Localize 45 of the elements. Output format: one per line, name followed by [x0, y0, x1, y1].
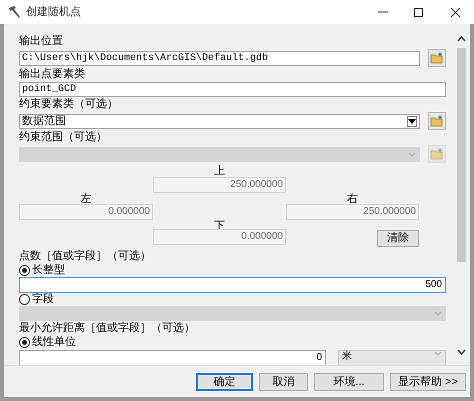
field-label: 左 [80, 193, 92, 204]
field-label: 约束要素类（可选） [19, 97, 119, 112]
radio-button[interactable] [19, 294, 30, 305]
field-label: 最小允许距离［值或字段］（可选） [19, 321, 196, 336]
scrollbar-thumb[interactable] [457, 48, 466, 262]
radio-button[interactable] [19, 337, 30, 348]
field-label: 上 [213, 165, 226, 177]
caret-icon [408, 152, 416, 156]
scroll-up-icon[interactable] [457, 36, 466, 42]
close-icon[interactable] [451, 8, 460, 16]
clear-button[interactable]: 清除 [377, 230, 419, 247]
hammer-icon [7, 5, 21, 19]
caret-icon [434, 351, 442, 356]
window-title: 创建随机点 [26, 4, 81, 20]
field-label: 点数［值或字段］（可选） [19, 249, 152, 264]
radio-button[interactable] [19, 265, 30, 276]
caret-icon [434, 311, 442, 316]
radio-label: 长整型 [32, 264, 65, 277]
caret-icon [408, 118, 416, 124]
dialog-button[interactable]: 环境... [314, 372, 384, 390]
input-field[interactable]: 0.000000 [153, 229, 286, 245]
folder-icon[interactable] [428, 112, 446, 130]
field-label: 右 [346, 193, 359, 204]
input-field[interactable]: 500 [19, 277, 446, 293]
dropdown-value: 数据范围 [22, 114, 66, 128]
dialog-button[interactable]: 取消 [259, 372, 308, 390]
field-label: 输出点要素类 [19, 67, 86, 82]
input-field[interactable]: 0.000000 [19, 204, 153, 220]
dropdown-value: 米 [342, 351, 352, 363]
input-field[interactable]: 0 [19, 350, 326, 365]
dialog-button[interactable]: 显示帮助 >> [390, 372, 466, 390]
input-field[interactable]: 250.000000 [153, 177, 286, 193]
dropdown[interactable]: 数据范围 [19, 114, 420, 128]
field-label: 约束范围（可选） [19, 130, 108, 145]
input-field[interactable]: C:\Users\hjk\Documents\ArcGIS\Default.gdb [19, 50, 420, 66]
maximize-icon[interactable] [414, 8, 423, 16]
unit-dropdown[interactable]: 米 [338, 350, 446, 365]
radio-label: 线性单位 [32, 336, 76, 349]
scroll-down-icon[interactable] [457, 349, 466, 355]
folder-icon[interactable] [428, 49, 446, 67]
field-label: 输出位置 [19, 34, 64, 49]
radio-label: 字段 [32, 293, 54, 306]
dialog-button[interactable]: 确定 [196, 372, 253, 390]
input-field[interactable]: 250.000000 [286, 204, 419, 220]
input-field[interactable]: point_GCD [19, 82, 446, 97]
